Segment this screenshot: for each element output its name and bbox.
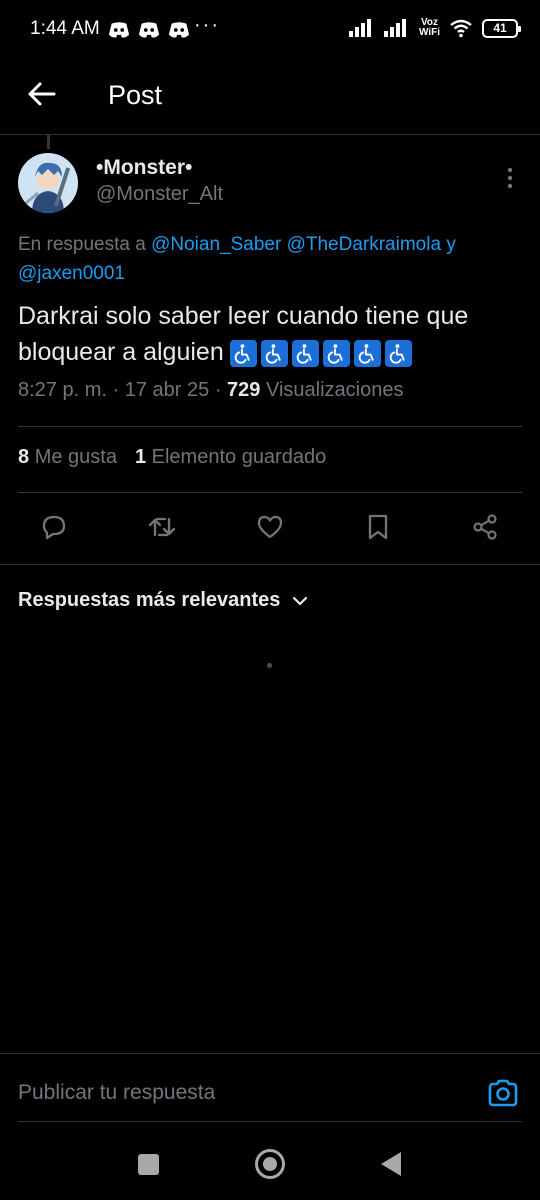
reply-icon[interactable]	[39, 512, 69, 542]
signal-icon	[348, 19, 375, 37]
discord-icon	[168, 22, 190, 38]
status-right: Voz WiFi 41	[348, 18, 521, 38]
post-time: 8:27 p. m.	[18, 379, 107, 401]
header-divider	[0, 134, 540, 135]
wheelchair-emoji	[322, 340, 350, 367]
saves-count: 1	[134, 446, 147, 468]
more-options-icon[interactable]	[498, 165, 522, 191]
post-date: 17 abr 25	[124, 379, 210, 401]
reply-input[interactable]: Publicar tu respuesta	[18, 1081, 215, 1105]
action-bar	[0, 508, 540, 548]
wheelchair-emoji	[260, 340, 288, 367]
divider	[0, 564, 540, 565]
sort-label: Respuestas más relevantes	[18, 589, 281, 611]
vowifi-bottom: WiFi	[418, 27, 440, 38]
wifi-icon	[449, 18, 473, 38]
author-display-name[interactable]: •Monster•	[96, 156, 192, 180]
replies-sort-dropdown[interactable]: Respuestas más relevantes	[18, 589, 310, 612]
likes-label: Me gusta	[34, 446, 117, 468]
wheelchair-emoji	[353, 340, 381, 367]
notification-icons	[108, 20, 190, 40]
engagement-stats: 8 Me gusta 1 Elemento guardado	[18, 446, 326, 469]
status-time: 1:44 AM	[30, 18, 100, 39]
mention-link[interactable]: @TheDarkraimola	[287, 234, 441, 255]
bookmark-icon[interactable]	[363, 512, 393, 542]
divider	[18, 426, 522, 427]
camera-icon[interactable]	[486, 1076, 520, 1110]
post-meta: 8:27 p. m. · 17 abr 25 · 729 Visualizaci…	[18, 379, 403, 402]
meta-separator: ·	[112, 379, 120, 401]
system-navigation-bar	[0, 1130, 540, 1200]
share-icon[interactable]	[470, 512, 500, 542]
avatar[interactable]	[18, 153, 78, 213]
author-handle[interactable]: @Monster_Alt	[96, 183, 223, 206]
views-label[interactable]: Visualizaciones	[266, 379, 404, 401]
system-back-button[interactable]	[381, 1152, 401, 1176]
discord-icon	[108, 22, 130, 38]
page-title: Post	[108, 80, 163, 110]
discord-icon	[138, 22, 160, 38]
chevron-down-icon	[293, 596, 308, 605]
battery-icon: 41	[482, 18, 521, 38]
reply-composer: Publicar tu respuesta	[0, 1053, 540, 1121]
back-arrow-icon[interactable]	[26, 78, 58, 110]
mention-link[interactable]: @jaxen0001	[18, 263, 125, 284]
vowifi-label: Voz WiFi	[419, 18, 440, 38]
mentions-joiner: y	[446, 234, 456, 255]
views-count: 729	[227, 379, 261, 401]
signal-icon	[383, 19, 410, 37]
wheelchair-emoji	[291, 340, 319, 367]
more-notifications-icon: ···	[194, 14, 220, 36]
thread-connector-line	[47, 135, 50, 149]
top-app-bar: Post	[0, 62, 540, 134]
post-text: Darkrai solo saber leer cuando tiene que…	[18, 298, 528, 370]
loading-indicator	[267, 663, 272, 668]
composer-underline	[18, 1121, 522, 1122]
repost-icon[interactable]	[147, 512, 177, 542]
mention-link[interactable]: @Noian_Saber	[151, 234, 281, 255]
meta-separator: ·	[214, 379, 222, 401]
wheelchair-emoji	[384, 340, 412, 367]
likes-count: 8	[18, 446, 30, 468]
saves-label: Elemento guardado	[151, 446, 327, 468]
saves-stat[interactable]: 1 Elemento guardado	[135, 446, 326, 469]
wheelchair-emoji	[229, 340, 257, 367]
recents-button[interactable]	[138, 1154, 159, 1175]
screen: 1:44 AM ··· Voz WiFi 41 Post •Monster• @…	[0, 0, 540, 1200]
likes-stat[interactable]: 8 Me gusta	[18, 446, 117, 469]
like-icon[interactable]	[255, 512, 285, 542]
reply-context: En respuesta a @Noian_Saber @TheDarkraim…	[18, 230, 533, 288]
divider	[18, 492, 522, 493]
emoji-run	[229, 340, 412, 367]
reply-prefix: En respuesta a	[18, 234, 146, 255]
home-button[interactable]	[255, 1149, 285, 1179]
status-bar: 1:44 AM ··· Voz WiFi 41	[0, 0, 540, 62]
